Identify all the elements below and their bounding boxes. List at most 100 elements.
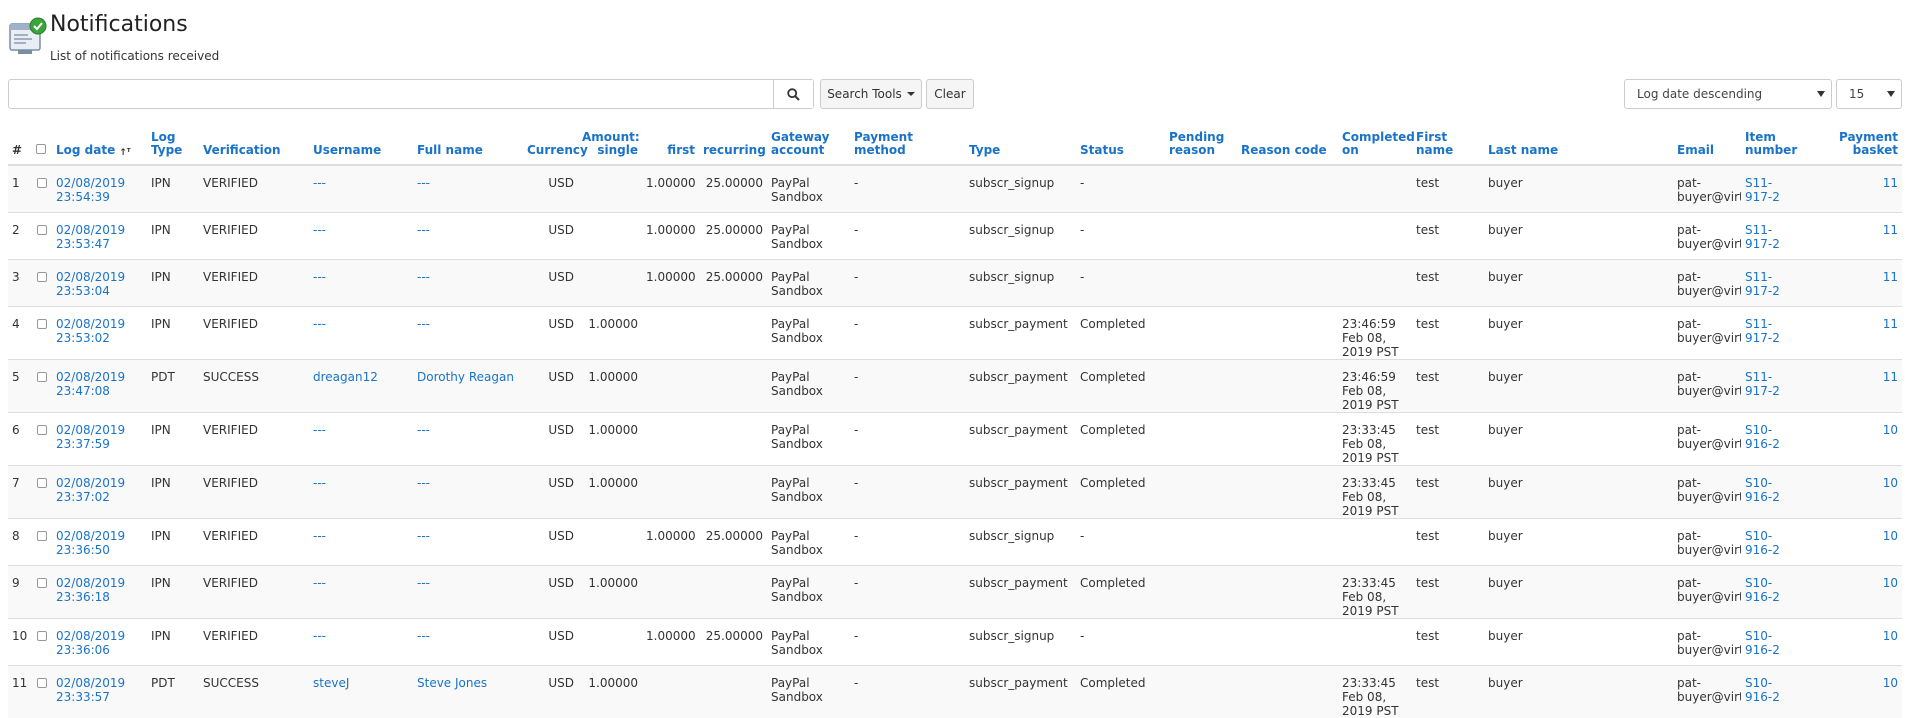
payment-basket-link[interactable]: 11	[1883, 223, 1898, 237]
row-checkbox[interactable]	[37, 224, 47, 235]
log-date-link[interactable]: 02/08/2019 23:53:02	[56, 317, 125, 345]
row-checkbox[interactable]	[37, 424, 47, 435]
username-link[interactable]: ---	[313, 629, 326, 643]
payment-basket-link[interactable]: 10	[1883, 576, 1898, 590]
item-number-link[interactable]: S10-916-2	[1745, 576, 1780, 604]
col-first-name[interactable]: First name	[1412, 122, 1484, 166]
col-log-type[interactable]: Log Type	[147, 122, 199, 166]
username-link[interactable]: ---	[313, 423, 326, 437]
sort-order-select[interactable]: Log date descending	[1624, 79, 1832, 109]
username-link[interactable]: ---	[313, 176, 326, 190]
item-number-link[interactable]: S11-917-2	[1745, 370, 1780, 398]
full-name-link[interactable]: ---	[417, 317, 430, 331]
search-button[interactable]	[773, 80, 813, 108]
col-reason-code[interactable]: Reason code	[1237, 122, 1338, 166]
item-number-link[interactable]: S10-916-2	[1745, 423, 1780, 451]
row-checkbox[interactable]	[37, 178, 47, 188]
row-checkbox[interactable]	[37, 477, 47, 488]
full-name-link[interactable]: ---	[417, 529, 430, 543]
username-cell: ---	[309, 305, 413, 359]
log-date-link[interactable]: 02/08/2019 23:33:57	[56, 676, 125, 704]
item-number-link[interactable]: S10-916-2	[1745, 476, 1780, 504]
row-checkbox[interactable]	[37, 371, 47, 382]
log-date-link[interactable]: 02/08/2019 23:36:18	[56, 576, 125, 604]
item-number-link[interactable]: S11-917-2	[1745, 317, 1780, 345]
payment-basket-link[interactable]: 11	[1883, 370, 1898, 384]
sort-az-icon: ↑ᵀ	[119, 148, 131, 158]
col-amount-single[interactable]: Amount: single	[578, 122, 642, 166]
full-name-link[interactable]: ---	[417, 423, 430, 437]
row-checkbox[interactable]	[37, 318, 47, 329]
full-name-link[interactable]: ---	[417, 270, 430, 284]
item-number-link[interactable]: S11-917-2	[1745, 176, 1780, 204]
full-name-link[interactable]: Steve Jones	[417, 676, 487, 690]
col-currency[interactable]: Currency	[523, 122, 588, 166]
log-date-link[interactable]: 02/08/2019 23:36:50	[56, 529, 125, 557]
username-cell: ---	[309, 211, 413, 259]
username-link[interactable]: ---	[313, 223, 326, 237]
payment-basket-link[interactable]: 10	[1883, 676, 1898, 690]
list-limit-select[interactable]: 15	[1836, 79, 1902, 109]
row-checkbox[interactable]	[37, 577, 47, 588]
full-name-link[interactable]: ---	[417, 576, 430, 590]
log-date-link[interactable]: 02/08/2019 23:54:39	[56, 176, 125, 204]
full-name-link[interactable]: ---	[417, 176, 430, 190]
username-link[interactable]: ---	[313, 576, 326, 590]
recurring-amount-cell: 25.00000	[699, 517, 767, 565]
item-number-link[interactable]: S11-917-2	[1745, 223, 1780, 251]
col-last-name[interactable]: Last name	[1484, 122, 1673, 166]
col-first[interactable]: first	[642, 122, 699, 166]
log-date-link[interactable]: 02/08/2019 23:47:08	[56, 370, 125, 398]
username-link[interactable]: ---	[313, 270, 326, 284]
full-name-link[interactable]: ---	[417, 223, 430, 237]
col-pending-reason[interactable]: Pending reason	[1165, 122, 1237, 166]
full-name-link[interactable]: ---	[417, 476, 430, 490]
username-link[interactable]: dreagan12	[313, 370, 378, 384]
col-payment-basket[interactable]: Payment basket	[1802, 122, 1902, 166]
select-all-checkbox[interactable]	[36, 144, 46, 154]
item-number-link[interactable]: S10-916-2	[1745, 676, 1780, 704]
full-name-link[interactable]: Dorothy Reagan	[417, 370, 514, 384]
username-link[interactable]: ---	[313, 317, 326, 331]
username-link[interactable]: ---	[313, 476, 326, 490]
full-name-link[interactable]: ---	[417, 629, 430, 643]
item-number-link[interactable]: S11-917-2	[1745, 270, 1780, 298]
col-log-date[interactable]: Log date ↑ᵀ	[52, 122, 147, 166]
verification-cell: SUCCESS	[199, 358, 309, 412]
payment-basket-link[interactable]: 11	[1883, 270, 1898, 284]
search-tools-button[interactable]: Search Tools	[820, 79, 922, 109]
payment-basket-link[interactable]: 10	[1883, 529, 1898, 543]
row-checkbox[interactable]	[37, 271, 47, 282]
log-date-link[interactable]: 02/08/2019 23:37:02	[56, 476, 125, 504]
col-status[interactable]: Status	[1076, 122, 1165, 166]
col-payment-method[interactable]: Payment method	[850, 122, 965, 166]
payment-basket-link[interactable]: 10	[1883, 423, 1898, 437]
log-date-link[interactable]: 02/08/2019 23:53:47	[56, 223, 125, 251]
col-email[interactable]: Email	[1673, 122, 1741, 166]
col-type[interactable]: Type	[965, 122, 1076, 166]
col-username[interactable]: Username	[309, 122, 413, 166]
log-date-link[interactable]: 02/08/2019 23:53:04	[56, 270, 125, 298]
col-completed-on[interactable]: Completed on	[1338, 122, 1415, 166]
clear-button[interactable]: Clear	[926, 79, 974, 109]
payment-basket-link[interactable]: 10	[1883, 629, 1898, 643]
col-recurring[interactable]: recurring	[699, 122, 767, 166]
col-item-number[interactable]: Item number	[1741, 122, 1802, 166]
username-link[interactable]: steveJ	[313, 676, 349, 690]
username-link[interactable]: ---	[313, 529, 326, 543]
col-gateway-account[interactable]: Gateway account	[767, 122, 850, 166]
log-date-link[interactable]: 02/08/2019 23:36:06	[56, 629, 125, 657]
payment-basket-link[interactable]: 10	[1883, 476, 1898, 490]
search-input[interactable]	[9, 80, 773, 108]
row-checkbox[interactable]	[37, 677, 47, 688]
payment-basket-link[interactable]: 11	[1883, 176, 1898, 190]
payment-basket-link[interactable]: 11	[1883, 317, 1898, 331]
list-limit-value: 15	[1849, 87, 1865, 101]
row-checkbox[interactable]	[37, 630, 47, 641]
row-checkbox[interactable]	[37, 530, 47, 541]
item-number-link[interactable]: S10-916-2	[1745, 629, 1780, 657]
item-number-link[interactable]: S10-916-2	[1745, 529, 1780, 557]
col-verification[interactable]: Verification	[199, 122, 309, 166]
col-full-name[interactable]: Full name	[413, 122, 523, 166]
log-date-link[interactable]: 02/08/2019 23:37:59	[56, 423, 125, 451]
